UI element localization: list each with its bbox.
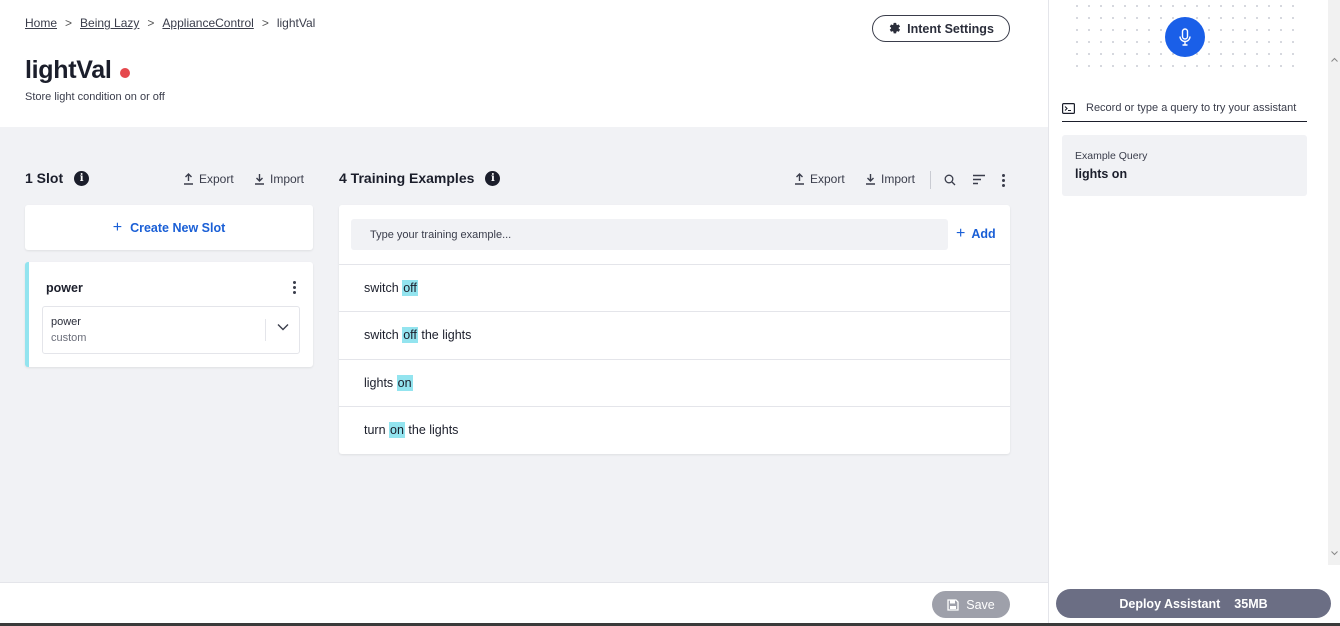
slots-import-label: Import [270,172,305,186]
kebab-icon[interactable] [1002,174,1005,187]
breadcrumb: Home > Being Lazy > ApplianceControl > l… [25,16,315,30]
training-example-row[interactable]: switch off the lights [339,311,1010,358]
save-button[interactable]: Save [932,591,1010,618]
gear-icon [889,22,901,34]
slot-entity-type: custom [51,332,87,344]
training-examples-card: + Add switch off switch off the lights l… [339,205,1010,454]
info-icon[interactable]: i [74,170,90,186]
save-icon [947,598,959,611]
deploy-label: Deploy Assistant [1119,596,1221,611]
intent-description: Store light condition on or off [25,91,165,103]
example-query-value: lights on [1075,167,1128,181]
training-heading: 4 Training Examples i [339,170,501,186]
plus-icon: + [956,225,966,242]
sort-icon[interactable] [973,174,985,185]
slot-highlight[interactable]: off [402,327,418,343]
slots-heading: 1 Slot i [25,170,90,186]
example-text: the lights [417,328,472,342]
chevron-down-icon[interactable] [277,323,289,331]
intent-settings-button[interactable]: Intent Settings [872,15,1010,42]
plus-icon: + [112,218,123,236]
training-import-button[interactable]: Import [865,172,915,186]
slots-count: 1 Slot [25,170,64,186]
intent-title: lightVal [25,56,112,84]
example-text: turn [364,423,390,437]
mic-icon [1179,28,1191,46]
slot-entity-select[interactable]: power custom [42,306,300,354]
query-input[interactable] [1086,102,1306,114]
search-icon[interactable] [944,174,956,186]
download-icon [255,174,264,185]
kebab-icon[interactable] [293,281,296,294]
example-text: switch [364,281,403,295]
training-example-row[interactable]: turn on the lights [339,406,1010,453]
scrollbar[interactable] [1328,0,1340,565]
deploy-size: 35MB [1234,596,1268,611]
add-example-button[interactable]: + Add [956,226,996,242]
training-count: 4 Training Examples [339,170,475,186]
status-dot [119,67,130,78]
slots-export-button[interactable]: Export [183,172,234,186]
slot-highlight[interactable]: off [402,280,418,296]
try-panel: Example Query lights on Deploy Assistant… [1048,0,1340,626]
slot-highlight[interactable]: on [389,422,405,438]
query-field[interactable] [1062,95,1307,122]
training-export-button[interactable]: Export [794,172,845,186]
page-header: Home > Being Lazy > ApplianceControl > l… [0,0,1048,127]
add-example-label: Add [971,227,996,241]
training-example-input[interactable] [351,219,948,250]
slot-highlight[interactable]: on [396,375,413,391]
scroll-down-icon[interactable] [1331,551,1338,556]
create-slot-button[interactable]: + Create New Slot [25,205,313,250]
download-icon [866,174,875,185]
slot-card[interactable]: power power custom [25,262,313,367]
slot-entity-name: power [51,316,81,328]
save-label: Save [966,597,995,612]
deploy-assistant-button[interactable]: Deploy Assistant 35MB [1056,589,1331,618]
example-text: the lights [404,423,459,437]
toolbar-divider [930,171,931,189]
breadcrumb-home[interactable]: Home [25,16,57,30]
mic-button[interactable] [1165,17,1205,57]
intent-settings-label: Intent Settings [907,21,994,36]
breadcrumb-current: lightVal [276,16,316,30]
slots-export-label: Export [199,172,234,186]
create-slot-label: Create New Slot [130,220,226,235]
upload-icon [184,173,193,185]
training-export-label: Export [810,172,845,186]
divider [265,319,266,341]
slots-import-button[interactable]: Import [254,172,304,186]
scroll-up-icon[interactable] [1331,57,1338,62]
breadcrumb-separator: > [261,16,269,30]
breadcrumb-separator: > [65,16,73,30]
breadcrumb-separator: > [147,16,155,30]
slot-name: power [46,281,83,295]
training-example-row[interactable]: lights on [339,359,1010,406]
training-example-row[interactable]: switch off [339,264,1010,311]
example-text: switch [364,328,403,342]
breadcrumb-assistant[interactable]: Being Lazy [80,16,139,30]
main-area: Home > Being Lazy > ApplianceControl > l… [0,0,1048,626]
upload-icon [795,173,804,185]
example-query-label: Example Query [1075,150,1148,162]
page-title: lightVal [25,56,130,85]
example-text: lights [364,376,397,390]
info-icon[interactable]: i [485,170,501,186]
terminal-icon [1062,102,1075,114]
bottom-bar: Save [0,582,1048,626]
training-import-label: Import [881,172,916,186]
breadcrumb-domain[interactable]: ApplianceControl [162,16,253,30]
example-query-card[interactable]: Example Query lights on [1062,135,1307,196]
